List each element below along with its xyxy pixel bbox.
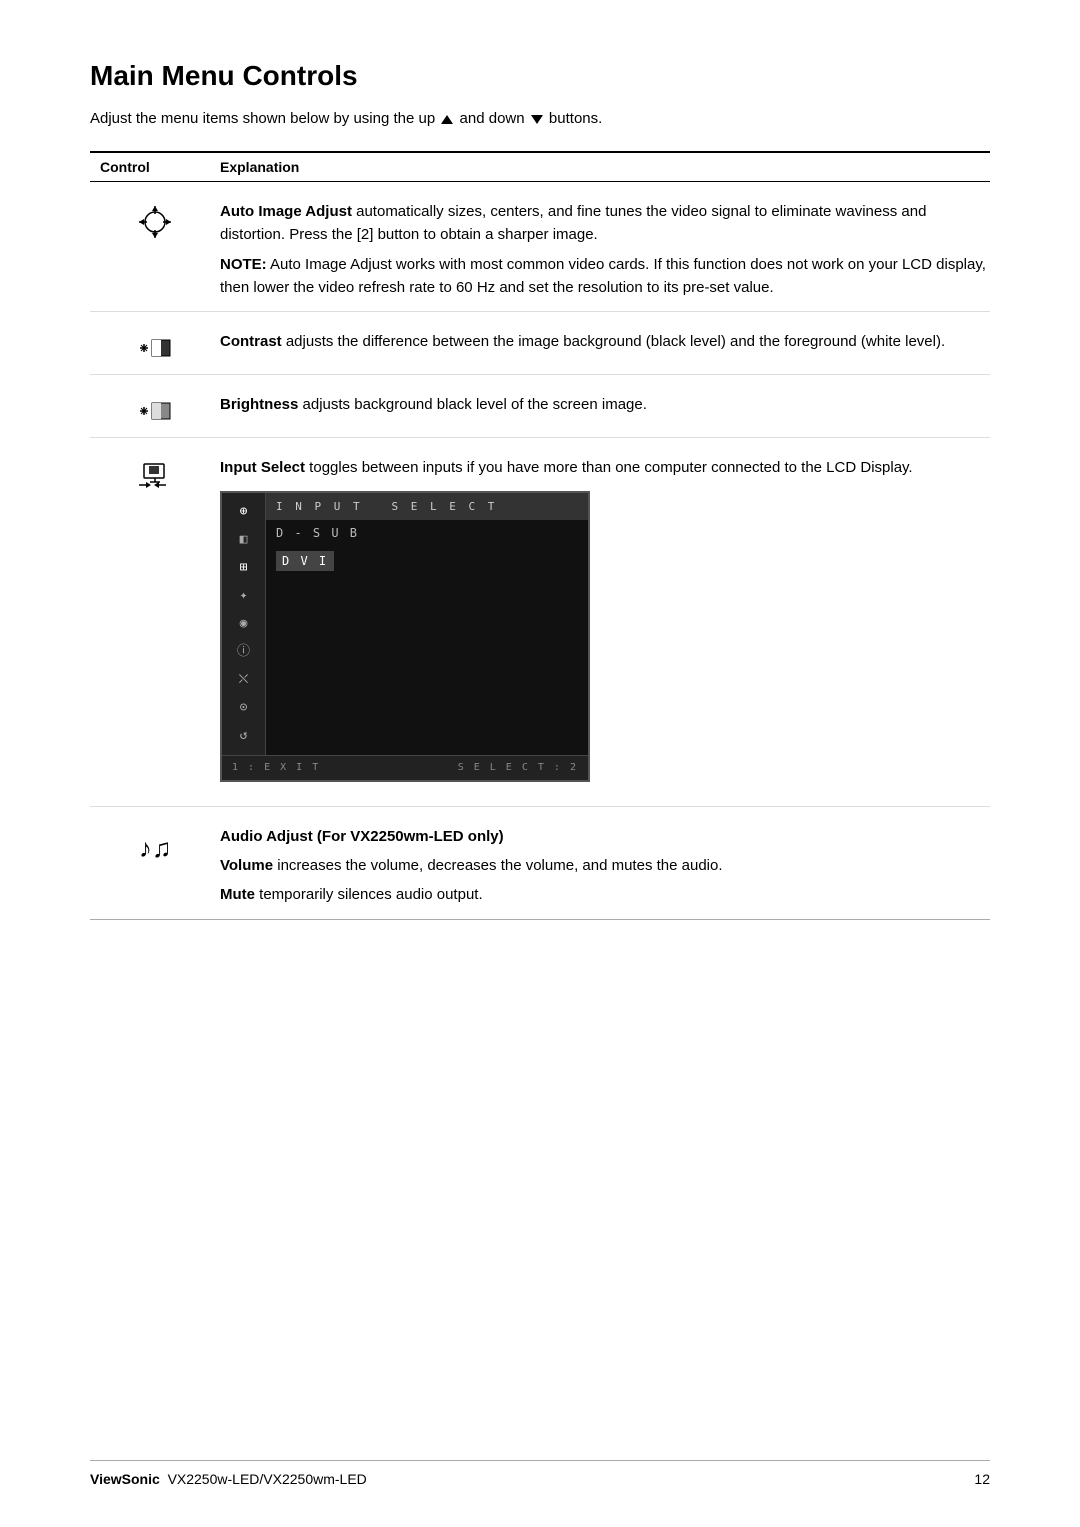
audio-adjust-icon: ♪♫ (137, 829, 173, 865)
table-row: Brightness adjusts background black leve… (90, 375, 990, 438)
table-row: Auto Image Adjust automatically sizes, c… (90, 182, 990, 312)
osd-right-content: I N P U T S E L E C T D - S U B D V I (266, 493, 588, 755)
osd-option-dsub: D - S U B (266, 520, 588, 547)
osd-icon-4: ✦ (233, 585, 255, 607)
page-title: Main Menu Controls (90, 60, 990, 92)
osd-icon-8: ⊙ (233, 697, 255, 719)
osd-menu: ⊕ ◧ ⊞ ✦ ◉ ⓘ ⛌ ⊙ ↺ I N P U T S E L E C T (220, 491, 590, 782)
osd-empty-space (266, 575, 588, 695)
osd-icon-9: ↺ (233, 725, 255, 747)
osd-icon-5: ◉ (233, 613, 255, 635)
footer-page-number: 12 (974, 1471, 990, 1487)
intro-text: Adjust the menu items shown below by usi… (90, 110, 990, 127)
osd-footer-right: S E L E C T : 2 (458, 760, 578, 776)
col-control-header: Control (90, 159, 220, 175)
brightness-text: Brightness adjusts background black leve… (220, 393, 990, 416)
input-select-icon-cell (90, 456, 220, 492)
osd-left-icons: ⊕ ◧ ⊞ ✦ ◉ ⓘ ⛌ ⊙ ↺ (222, 493, 266, 755)
arrow-up-icon (441, 115, 453, 124)
audio-adjust-icon-cell: ♪♫ (90, 825, 220, 865)
page-container: Main Menu Controls Adjust the menu items… (0, 0, 1080, 1000)
arrow-down-icon (531, 115, 543, 124)
osd-bottom-bar: 1 : E X I T S E L E C T : 2 (222, 755, 588, 780)
osd-title-bar: I N P U T S E L E C T (266, 493, 588, 520)
auto-image-adjust-icon-cell (90, 200, 220, 240)
svg-text:♪♫: ♪♫ (139, 833, 172, 863)
osd-icon-7: ⛌ (233, 669, 255, 691)
brightness-icon-cell (90, 393, 220, 425)
osd-icon-3: ⊞ (233, 557, 255, 579)
page-footer: ViewSonic VX2250w-LED/VX2250wm-LED 12 (90, 1460, 990, 1487)
contrast-icon-cell (90, 330, 220, 362)
table-row: Input Select toggles between inputs if y… (90, 438, 990, 807)
table-header: Control Explanation (90, 151, 990, 182)
osd-footer-left: 1 : E X I T (232, 760, 320, 776)
contrast-text: Contrast adjusts the difference between … (220, 330, 990, 353)
contrast-icon (138, 334, 172, 362)
table-body: Auto Image Adjust automatically sizes, c… (90, 182, 990, 920)
osd-menu-inner: ⊕ ◧ ⊞ ✦ ◉ ⓘ ⛌ ⊙ ↺ I N P U T S E L E C T (222, 493, 588, 755)
audio-adjust-text: Audio Adjust (For VX2250wm-LED only) Vol… (220, 825, 990, 907)
input-select-icon (138, 460, 172, 492)
osd-icon-1: ⊕ (233, 501, 255, 523)
osd-option-dvi: D V I (266, 547, 588, 576)
footer-brand-model: ViewSonic VX2250w-LED/VX2250wm-LED (90, 1471, 367, 1487)
osd-dvi-highlighted: D V I (276, 551, 334, 572)
table-row: Contrast adjusts the difference between … (90, 312, 990, 375)
footer-brand: ViewSonic (90, 1471, 160, 1487)
table-row: ♪♫ Audio Adjust (For VX2250wm-LED only) … (90, 807, 990, 919)
osd-icon-6: ⓘ (233, 641, 255, 663)
brightness-icon (138, 397, 172, 425)
col-explanation-header: Explanation (220, 159, 990, 175)
input-select-text: Input Select toggles between inputs if y… (220, 456, 990, 794)
footer-model: VX2250w-LED/VX2250wm-LED (164, 1471, 367, 1487)
auto-image-adjust-icon (137, 204, 173, 240)
osd-icon-2: ◧ (233, 529, 255, 551)
auto-image-adjust-text: Auto Image Adjust automatically sizes, c… (220, 200, 990, 299)
